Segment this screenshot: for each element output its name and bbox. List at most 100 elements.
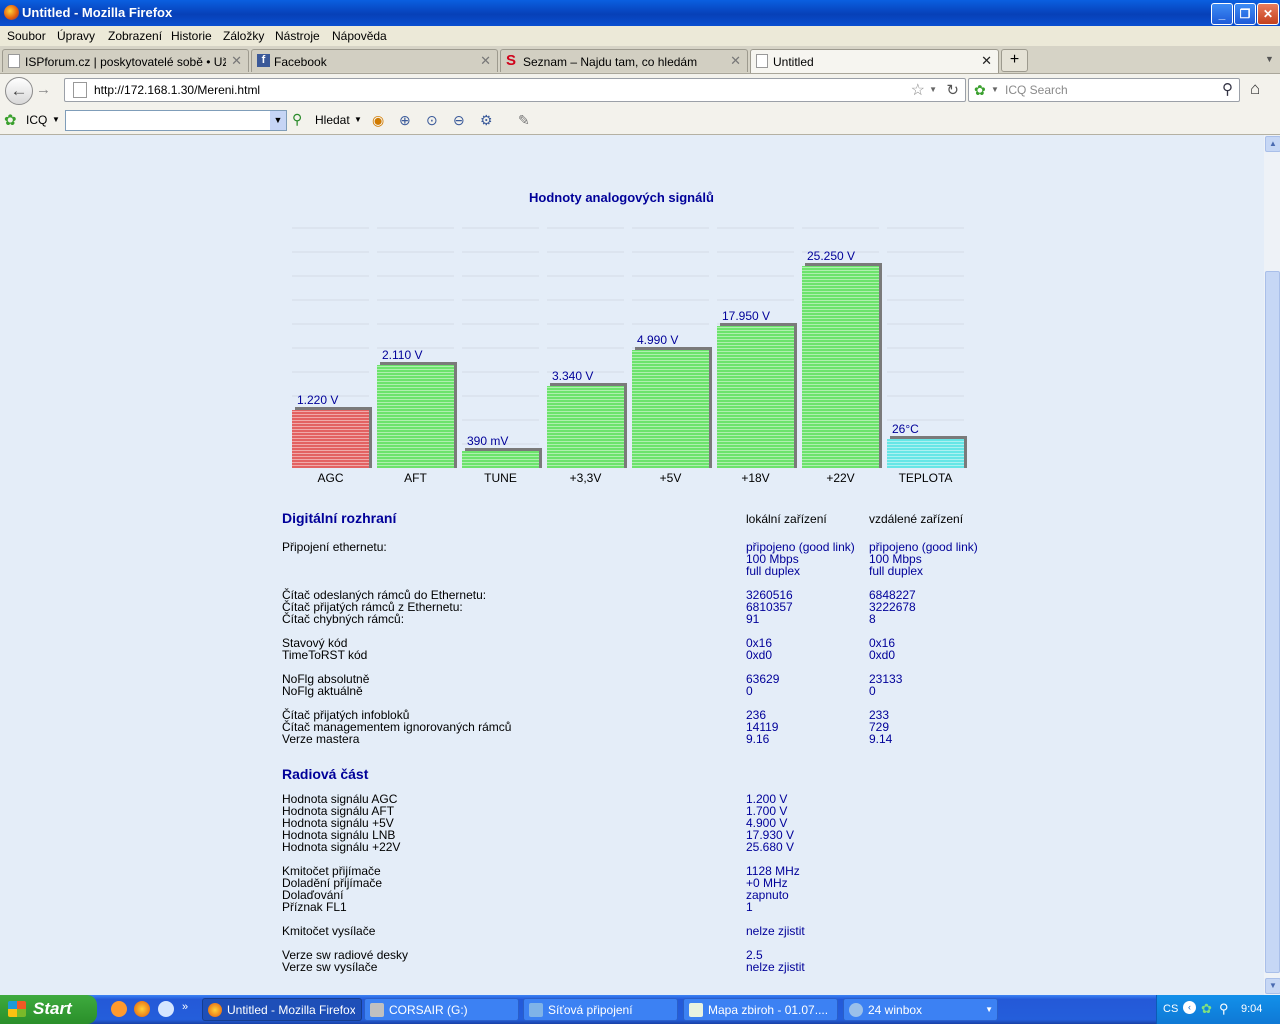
icq-menu-icon[interactable]: ▼ bbox=[52, 115, 60, 124]
task-firefox[interactable]: Untitled - Mozilla Firefox bbox=[202, 998, 362, 1021]
menu-zalozky[interactable]: Záložky bbox=[223, 29, 264, 43]
tab-seznam[interactable]: S Seznam – Najdu tam, co hledám ✕ bbox=[500, 49, 748, 72]
row-label: Příznak FL1 bbox=[282, 900, 347, 914]
close-tab-icon[interactable]: ✕ bbox=[231, 53, 242, 69]
highlight-icon[interactable]: ◉ bbox=[372, 112, 384, 129]
hledat-menu-icon[interactable]: ▼ bbox=[354, 115, 362, 124]
quicklaunch-icon[interactable] bbox=[111, 1001, 127, 1017]
start-button[interactable]: Start bbox=[0, 995, 97, 1024]
menu-napoveda[interactable]: Nápověda bbox=[332, 29, 387, 43]
forward-button[interactable]: → bbox=[36, 81, 51, 98]
close-button[interactable]: ✕ bbox=[1257, 3, 1279, 25]
category-label: +18V bbox=[741, 471, 769, 485]
row-value: 0 bbox=[869, 684, 876, 698]
more-quicklaunch-icon[interactable]: » bbox=[182, 1001, 188, 1013]
url-text[interactable]: http://172.168.1.30/Mereni.html bbox=[94, 83, 260, 97]
rx-labels: Kmitočet přijímače Doladění přijímače Do… bbox=[282, 865, 382, 913]
search-icon[interactable]: ⚲ bbox=[292, 111, 302, 128]
hledat-button[interactable]: Hledat bbox=[315, 113, 350, 127]
close-tab-icon[interactable]: ✕ bbox=[730, 53, 741, 69]
eth-local: připojeno (good link) 100 Mbps full dupl… bbox=[746, 541, 855, 577]
back-button[interactable]: ← bbox=[5, 77, 33, 105]
status-local: 0x16 0xd0 bbox=[746, 637, 772, 661]
category-label: TUNE bbox=[484, 471, 517, 485]
col-remote-header: vzdálené zařízení bbox=[869, 512, 964, 526]
bar-stripes bbox=[887, 439, 964, 468]
history-dropdown-icon[interactable]: ▼ bbox=[929, 85, 937, 94]
tray-expand-icon[interactable]: ‹ bbox=[1183, 1001, 1196, 1014]
window-title: Untitled - Mozilla Firefox bbox=[22, 5, 173, 20]
firefox-quicklaunch-icon[interactable] bbox=[134, 1001, 150, 1017]
tab-list-icon[interactable]: ▼ bbox=[1265, 54, 1274, 64]
chevron-down-icon[interactable]: ▼ bbox=[270, 111, 286, 130]
vertical-scrollbar[interactable]: ▲ ▼ bbox=[1264, 135, 1280, 995]
system-tray: CS ‹ ✿ ⚲ 9:04 bbox=[1156, 995, 1280, 1024]
eraser-icon[interactable]: ✎ bbox=[518, 112, 530, 129]
row-value: 3222678 bbox=[869, 600, 916, 614]
info-local: 236 14119 9.16 bbox=[746, 709, 778, 745]
icq-label[interactable]: ICQ bbox=[26, 113, 47, 127]
search-bar[interactable]: ✿ ▼ ICQ Search ⚲ bbox=[968, 78, 1240, 102]
icq-flower-icon[interactable]: ✿ bbox=[4, 111, 17, 129]
tab-bar: ISPforum.cz | poskytovatelé sobě • Uživ.… bbox=[0, 46, 1280, 74]
noflg-local: 63629 0 bbox=[746, 673, 779, 697]
bar-stripes bbox=[377, 365, 454, 468]
eth-remote: připojeno (good link) 100 Mbps full dupl… bbox=[869, 541, 978, 577]
page-content: Hodnoty analogových signálů 1.220 V AGC 2.… bbox=[0, 135, 1264, 995]
menu-bar: Soubor Úpravy Zobrazení Historie Záložky… bbox=[0, 26, 1280, 46]
tab-label: ISPforum.cz | poskytovatelé sobě • Uživ.… bbox=[25, 55, 226, 69]
firefox-icon bbox=[208, 1003, 222, 1017]
task-winbox[interactable]: 24 winbox ▼ bbox=[843, 998, 998, 1021]
row-label: Verze sw vysílače bbox=[282, 960, 378, 974]
url-bar[interactable]: http://172.168.1.30/Mereni.html ☆ ▼ ↻ bbox=[64, 78, 966, 102]
status-remote: 0x16 0xd0 bbox=[869, 637, 895, 661]
quicklaunch-icon[interactable] bbox=[158, 1001, 174, 1017]
reload-icon[interactable]: ↻ bbox=[946, 81, 959, 99]
row-value: 1 bbox=[746, 900, 753, 914]
zoom-in-icon[interactable]: ⊕ bbox=[399, 112, 411, 129]
row-label: Hodnota signálu +22V bbox=[282, 840, 401, 854]
task-excel[interactable]: Mapa zbiroh - 01.07.... bbox=[683, 998, 838, 1021]
menu-upravy[interactable]: Úpravy bbox=[57, 29, 95, 43]
counters-local: 3260516 6810357 91 bbox=[746, 589, 793, 625]
menu-nastroje[interactable]: Nástroje bbox=[275, 29, 320, 43]
engine-dropdown-icon[interactable]: ▼ bbox=[991, 85, 999, 94]
zoom-reset-icon[interactable]: ⊙ bbox=[426, 112, 438, 129]
settings-icon[interactable]: ⚙ bbox=[480, 112, 493, 129]
tab-untitled[interactable]: Untitled ✕ bbox=[750, 49, 999, 73]
icq-flower-icon[interactable]: ✿ bbox=[974, 82, 986, 99]
new-tab-button[interactable]: + bbox=[1001, 49, 1028, 72]
search-icon[interactable]: ⚲ bbox=[1222, 80, 1233, 98]
task-corsair[interactable]: CORSAIR (G:) bbox=[364, 998, 519, 1021]
menu-soubor[interactable]: Soubor bbox=[7, 29, 46, 43]
icq-tray-icon[interactable]: ✿ bbox=[1201, 1001, 1212, 1017]
close-tab-icon[interactable]: ✕ bbox=[981, 53, 992, 69]
navigation-bar: ← → http://172.168.1.30/Mereni.html ☆ ▼ … bbox=[0, 74, 1280, 106]
minimize-button[interactable]: _ bbox=[1211, 3, 1233, 25]
category-label: +5V bbox=[660, 471, 682, 485]
menu-historie[interactable]: Historie bbox=[171, 29, 212, 43]
page-icon bbox=[8, 54, 20, 68]
menu-zobrazeni[interactable]: Zobrazení bbox=[108, 29, 162, 43]
scrollbar-thumb[interactable] bbox=[1265, 271, 1280, 973]
maximize-button[interactable]: ❐ bbox=[1234, 3, 1256, 25]
digital-heading: Digitální rozhraní bbox=[282, 510, 397, 526]
row-label: Verze mastera bbox=[282, 732, 360, 746]
zoom-out-icon[interactable]: ⊖ bbox=[453, 112, 465, 129]
scroll-up-icon[interactable]: ▲ bbox=[1265, 136, 1280, 152]
icq-search-combo[interactable]: ▼ bbox=[65, 110, 287, 131]
bar-value-label: 17.950 V bbox=[722, 309, 770, 323]
search-tray-icon[interactable]: ⚲ bbox=[1219, 1001, 1229, 1017]
bookmark-star-icon[interactable]: ☆ bbox=[911, 80, 925, 100]
scroll-down-icon[interactable]: ▼ bbox=[1265, 978, 1280, 994]
tab-facebook[interactable]: f Facebook ✕ bbox=[251, 49, 498, 72]
task-label: CORSAIR (G:) bbox=[389, 1003, 468, 1017]
task-network[interactable]: Síťová připojení bbox=[523, 998, 678, 1021]
row-value: zapnuto bbox=[746, 888, 789, 902]
language-indicator[interactable]: CS bbox=[1163, 1003, 1178, 1015]
home-icon[interactable]: ⌂ bbox=[1250, 79, 1260, 99]
close-tab-icon[interactable]: ✕ bbox=[480, 53, 491, 69]
search-input[interactable]: ICQ Search bbox=[1005, 83, 1068, 97]
noflg-labels: NoFlg absolutně NoFlg aktuálně bbox=[282, 673, 369, 697]
tab-ispforum[interactable]: ISPforum.cz | poskytovatelé sobě • Uživ.… bbox=[2, 49, 249, 72]
